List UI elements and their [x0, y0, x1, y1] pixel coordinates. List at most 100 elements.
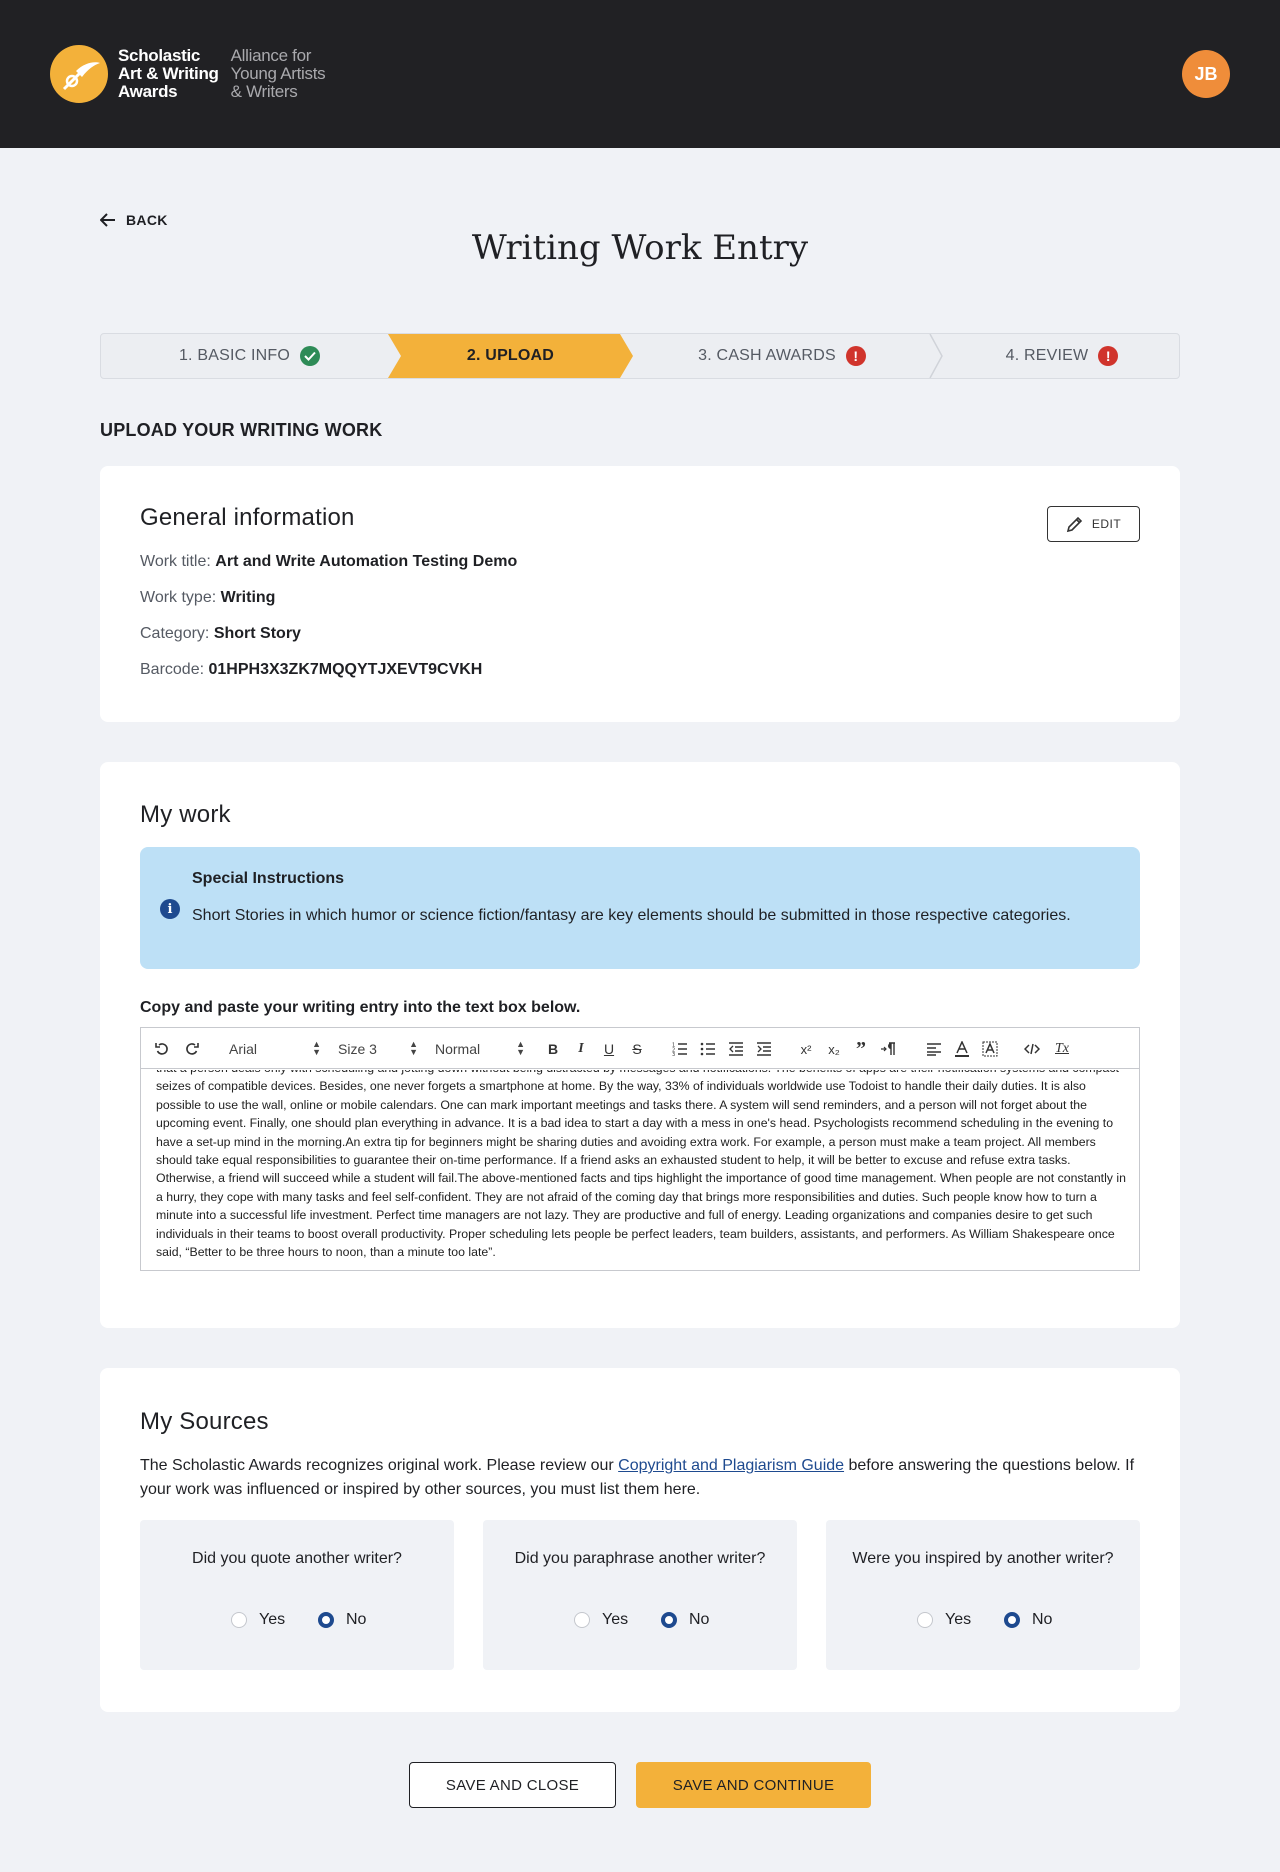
- copyright-guide-link[interactable]: Copyright and Plagiarism Guide: [618, 1457, 844, 1474]
- card-title: My Sources: [140, 1408, 269, 1435]
- info-work-type: Work type: Writing: [140, 589, 275, 607]
- font-family-select[interactable]: Arial ▲ ▼: [229, 1038, 321, 1060]
- text-direction-icon[interactable]: [879, 1038, 897, 1060]
- editor-toolbar: Arial ▲ ▼ Size 3 ▲ ▼ Normal ▲ ▼ B I U S 123: [141, 1028, 1139, 1069]
- radio-unchecked-icon: [231, 1612, 247, 1628]
- info-work-title: Work title: Art and Write Automation Tes…: [140, 553, 517, 571]
- question-paraphrase: Did you paraphrase another writer? Yes N…: [483, 1520, 797, 1670]
- desc-text: The Scholastic Awards recognizes origina…: [140, 1457, 619, 1474]
- radio-no[interactable]: No: [661, 1611, 709, 1629]
- undo-icon[interactable]: [153, 1038, 171, 1060]
- svg-text:3: 3: [672, 1052, 675, 1056]
- radio-yes[interactable]: Yes: [574, 1611, 628, 1629]
- error-icon: !: [845, 346, 866, 366]
- step-label: 1. BASIC INFO: [178, 347, 291, 364]
- radio-label: Yes: [602, 1611, 629, 1628]
- radio-no[interactable]: No: [318, 1611, 366, 1629]
- select-arrows-icon: ▲ ▼: [516, 1039, 525, 1057]
- logo-line-3: Awards: [118, 82, 178, 101]
- editor-text: that a person deals only with scheduling…: [156, 1070, 1126, 1260]
- save-and-continue-button[interactable]: SAVE AND CONTINUE: [636, 1762, 871, 1808]
- info-label: Category:: [140, 625, 210, 642]
- edit-label: EDIT: [1091, 517, 1122, 531]
- info-label: Barcode:: [140, 661, 205, 678]
- bold-icon[interactable]: B: [545, 1038, 561, 1060]
- logo-line-1: Scholastic: [118, 46, 201, 65]
- radio-checked-icon: [318, 1612, 334, 1628]
- radio-yes[interactable]: Yes: [917, 1611, 971, 1629]
- redo-icon[interactable]: [183, 1038, 201, 1060]
- align-left-icon[interactable]: [925, 1038, 943, 1060]
- top-header: Scholastic Art & Writing Awards Alliance…: [0, 0, 1280, 148]
- info-label: Work type:: [140, 589, 217, 606]
- ordered-list-icon[interactable]: 123: [671, 1038, 689, 1060]
- notice-body: Short Stories in which humor or science …: [192, 907, 1071, 924]
- info-value: Short Story: [213, 625, 301, 642]
- back-link[interactable]: BACK: [100, 212, 168, 228]
- select-arrows-icon: ▲ ▼: [409, 1039, 418, 1057]
- step-basic-info[interactable]: 1. BASIC INFO: [101, 334, 398, 378]
- radio-yes[interactable]: Yes: [231, 1611, 285, 1629]
- question-text: Were you inspired by another writer?: [852, 1550, 1114, 1567]
- save-and-close-button[interactable]: SAVE AND CLOSE: [409, 1762, 616, 1808]
- indent-icon[interactable]: [755, 1038, 773, 1060]
- info-label: Work title:: [140, 553, 211, 570]
- radio-unchecked-icon: [574, 1612, 590, 1628]
- general-info-card: General information EDIT Work title: Art…: [100, 466, 1180, 722]
- user-avatar[interactable]: JB: [1182, 50, 1230, 98]
- subscript-icon[interactable]: x₂: [825, 1038, 843, 1060]
- editor-content-area[interactable]: that a person deals only with scheduling…: [156, 1070, 1126, 1268]
- info-icon: i: [160, 899, 180, 919]
- scholastic-logo[interactable]: Scholastic Art & Writing Awards Alliance…: [50, 45, 326, 103]
- info-value: 01HPH3X3ZK7MQQYTJXEVT9CVKH: [208, 661, 483, 678]
- logo-wordmark: Scholastic Art & Writing Awards: [118, 47, 219, 101]
- text-color-icon[interactable]: [953, 1038, 971, 1060]
- size-value: Size 3: [338, 1041, 377, 1057]
- section-heading: UPLOAD YOUR WRITING WORK: [100, 420, 383, 440]
- sources-description: The Scholastic Awards recognizes origina…: [140, 1454, 1140, 1502]
- step-review[interactable]: 4. REVIEW !: [943, 334, 1179, 378]
- progress-stepper: 1. BASIC INFO 2. UPLOAD 3. CASH AWARDS !…: [100, 333, 1180, 379]
- blockquote-icon[interactable]: ”: [853, 1038, 869, 1060]
- special-instructions-notice: i Special Instructions Short Stories in …: [140, 847, 1140, 969]
- step-label: 3. CASH AWARDS: [698, 347, 836, 364]
- format-select[interactable]: Normal ▲ ▼: [435, 1038, 525, 1060]
- code-icon[interactable]: [1023, 1038, 1041, 1060]
- format-value: Normal: [435, 1041, 481, 1057]
- clear-format-icon[interactable]: Tx: [1053, 1038, 1071, 1060]
- my-work-card: My work i Special Instructions Short Sto…: [100, 762, 1180, 1328]
- radio-label: No: [1032, 1611, 1053, 1628]
- notice-title: Special Instructions: [192, 870, 345, 887]
- page-title: Writing Work Entry: [471, 228, 809, 268]
- my-sources-card: My Sources The Scholastic Awards recogni…: [100, 1368, 1180, 1712]
- card-title: General information: [140, 504, 355, 531]
- highlight-color-icon[interactable]: [981, 1038, 999, 1060]
- rich-text-editor: Arial ▲ ▼ Size 3 ▲ ▼ Normal ▲ ▼ B I U S 123: [140, 1027, 1140, 1271]
- question-text: Did you paraphrase another writer?: [514, 1550, 766, 1567]
- logo-alliance: Alliance for Young Artists & Writers: [231, 47, 326, 101]
- superscript-icon[interactable]: x²: [797, 1038, 815, 1060]
- underline-icon[interactable]: U: [601, 1038, 617, 1060]
- radio-label: No: [346, 1611, 367, 1628]
- radio-unchecked-icon: [917, 1612, 933, 1628]
- strikethrough-icon[interactable]: S: [629, 1038, 645, 1060]
- radio-no[interactable]: No: [1004, 1611, 1052, 1629]
- step-cash-awards[interactable]: 3. CASH AWARDS !: [633, 334, 931, 378]
- step-label: 2. UPLOAD: [466, 347, 555, 364]
- edit-button[interactable]: EDIT: [1047, 506, 1140, 542]
- error-icon: !: [1098, 346, 1119, 366]
- info-value: Art and Write Automation Testing Demo: [215, 553, 518, 570]
- alliance-line-2: Young Artists: [230, 64, 326, 83]
- outdent-icon[interactable]: [727, 1038, 745, 1060]
- logo-badge-icon: [50, 45, 108, 103]
- arrow-left-icon: [100, 213, 115, 227]
- font-size-select[interactable]: Size 3 ▲ ▼: [338, 1038, 418, 1060]
- radio-label: Yes: [945, 1611, 972, 1628]
- logo-line-2: Art & Writing: [118, 64, 219, 83]
- info-category: Category: Short Story: [140, 625, 301, 643]
- bullet-list-icon[interactable]: [699, 1038, 717, 1060]
- radio-label: Yes: [259, 1611, 286, 1628]
- step-upload[interactable]: 2. UPLOAD: [388, 334, 633, 378]
- italic-icon[interactable]: I: [573, 1038, 589, 1060]
- step-divider-icon: [929, 334, 943, 378]
